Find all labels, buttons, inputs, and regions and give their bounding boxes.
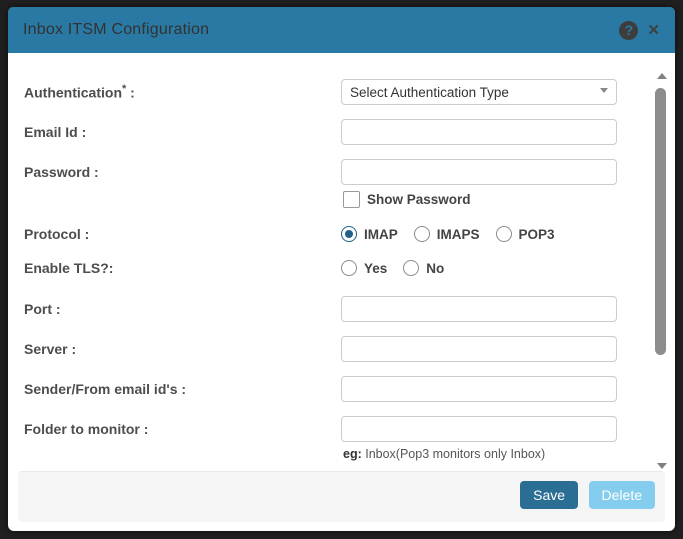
tls-row: Enable TLS?: Yes No (24, 258, 625, 278)
close-icon[interactable]: ✕ (647, 23, 660, 38)
sender-row: Sender/From email id's : (24, 376, 625, 402)
dialog-footer: Save Delete (18, 471, 665, 522)
save-button[interactable]: Save (520, 481, 578, 509)
sender-label: Sender/From email id's : (24, 381, 341, 397)
server-row: Server : (24, 336, 625, 362)
protocol-option-imap[interactable]: IMAP (341, 226, 398, 242)
scrollbar-up-arrow-icon[interactable] (657, 73, 667, 79)
tls-option-yes[interactable]: Yes (341, 260, 387, 276)
dialog-body: Authentication* : Select Authentication … (8, 53, 675, 461)
folder-hint-text: Inbox(Pop3 monitors only Inbox) (362, 447, 545, 461)
protocol-imap-label: IMAP (364, 227, 398, 242)
tls-yes-label: Yes (364, 261, 387, 276)
authentication-label: Authentication* : (24, 83, 341, 101)
tls-radio-group: Yes No (341, 260, 460, 276)
protocol-imaps-label: IMAPS (437, 227, 480, 242)
password-label: Password : (24, 164, 341, 180)
folder-input[interactable] (341, 416, 617, 442)
email-input[interactable] (341, 119, 617, 145)
radio-yes-icon[interactable] (341, 260, 357, 276)
radio-imaps-icon[interactable] (414, 226, 430, 242)
protocol-pop3-label: POP3 (519, 227, 555, 242)
radio-no-icon[interactable] (403, 260, 419, 276)
protocol-option-imaps[interactable]: IMAPS (414, 226, 480, 242)
folder-label: Folder to monitor : (24, 421, 341, 437)
email-label: Email Id : (24, 124, 341, 140)
tls-option-no[interactable]: No (403, 260, 444, 276)
vertical-scrollbar[interactable] (654, 73, 668, 469)
show-password-row: Show Password (343, 191, 625, 208)
port-input[interactable] (341, 296, 617, 322)
scrollbar-down-arrow-icon[interactable] (657, 463, 667, 469)
authentication-label-text: Authentication (24, 85, 122, 101)
delete-button[interactable]: Delete (589, 481, 655, 509)
email-row: Email Id : (24, 119, 625, 145)
port-row: Port : (24, 296, 625, 322)
folder-hint-prefix: eg: (343, 447, 362, 461)
scrollbar-thumb[interactable] (655, 88, 666, 355)
protocol-label: Protocol : (24, 226, 341, 242)
inbox-itsm-configuration-dialog: Inbox ITSM Configuration ? ✕ Authenticat… (8, 7, 675, 531)
protocol-radio-group: IMAP IMAPS POP3 (341, 226, 571, 242)
sender-input[interactable] (341, 376, 617, 402)
radio-imap-selected-icon[interactable] (341, 226, 357, 242)
password-row: Password : (24, 159, 625, 185)
server-input[interactable] (341, 336, 617, 362)
port-label: Port : (24, 301, 341, 317)
protocol-row: Protocol : IMAP IMAPS POP3 (24, 224, 625, 244)
tls-label: Enable TLS?: (24, 260, 341, 276)
authentication-selected-value: Select Authentication Type (350, 85, 509, 100)
help-icon[interactable]: ? (619, 21, 638, 40)
show-password-label: Show Password (367, 192, 471, 207)
dialog-header: Inbox ITSM Configuration ? ✕ (8, 7, 675, 53)
show-password-checkbox[interactable] (343, 191, 360, 208)
password-input[interactable] (341, 159, 617, 185)
dialog-title: Inbox ITSM Configuration (23, 21, 209, 39)
authentication-select[interactable]: Select Authentication Type (341, 79, 617, 105)
chevron-down-icon (600, 88, 608, 93)
radio-pop3-icon[interactable] (496, 226, 512, 242)
authentication-row: Authentication* : Select Authentication … (24, 79, 625, 105)
folder-row: Folder to monitor : (24, 416, 625, 442)
tls-no-label: No (426, 261, 444, 276)
folder-hint: eg: Inbox(Pop3 monitors only Inbox) (343, 447, 625, 461)
server-label: Server : (24, 341, 341, 357)
header-actions: ? ✕ (619, 21, 660, 40)
protocol-option-pop3[interactable]: POP3 (496, 226, 555, 242)
authentication-label-colon: : (126, 85, 135, 101)
